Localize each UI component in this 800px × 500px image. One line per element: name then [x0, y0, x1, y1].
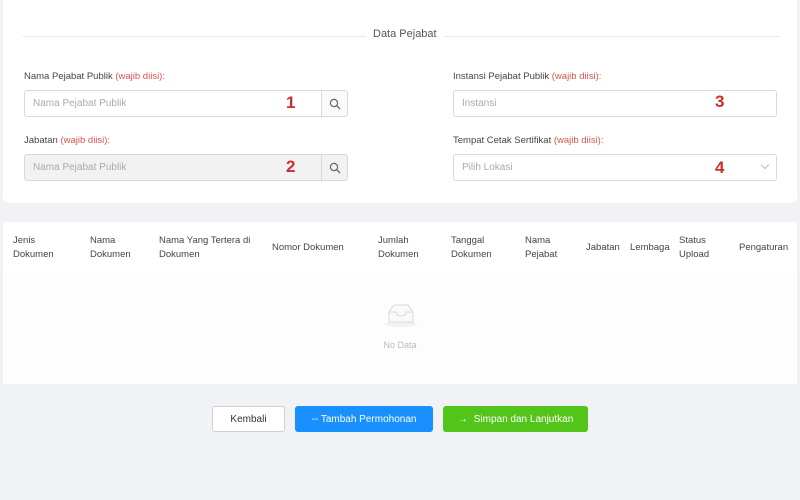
column-jenis-dokumen: Jenis Dokumen: [13, 234, 54, 262]
column-label: Dokumen: [90, 249, 131, 260]
column-label: Dokumen: [159, 249, 200, 260]
search-icon: [329, 98, 340, 109]
column-jabatan: Jabatan: [586, 241, 620, 255]
nama-pejabat-input[interactable]: Nama Pejabat Publik: [24, 90, 322, 117]
annotation-marker-3: 3: [715, 92, 725, 111]
section-title: Data Pejabat: [366, 28, 444, 40]
column-nomor-dokumen: Nomor Dokumen: [272, 241, 344, 255]
nama-pejabat-label: Nama Pejabat Publik (wajib diisi):: [24, 71, 165, 82]
empty-text: No Data: [383, 340, 417, 350]
instansi-label: Instansi Pejabat Publik (wajib diisi):: [453, 71, 601, 82]
annotation-marker-1: 1: [286, 93, 296, 112]
arrow-right-icon: →: [457, 413, 468, 425]
required-note: (wajib diisi):: [551, 71, 602, 82]
add-request-button[interactable]: -- Tambah Permohonan: [295, 406, 433, 432]
column-label: Status: [679, 235, 706, 246]
column-label: Nama Yang Tertera di: [159, 235, 251, 246]
instansi-input[interactable]: Instansi: [453, 90, 777, 117]
nama-pejabat-search-button[interactable]: [321, 90, 348, 117]
tempat-placeholder: Pilih Lokasi: [462, 162, 513, 173]
nama-pejabat-label-text: Nama Pejabat Publik: [24, 71, 113, 82]
column-label: Lembaga: [630, 242, 670, 253]
column-label: Pengaturan: [739, 242, 789, 253]
instansi-label-text: Instansi Pejabat Publik: [453, 71, 550, 82]
column-label: Jumlah: [378, 235, 409, 246]
column-tanggal-dokumen: Tanggal Dokumen: [451, 234, 492, 262]
jabatan-input[interactable]: Nama Pejabat Publik: [24, 154, 322, 181]
column-label: Upload: [679, 249, 710, 260]
annotation-marker-4: 4: [715, 158, 725, 177]
documents-table: Jenis Dokumen Nama Dokumen Nama Yang Ter…: [3, 222, 797, 384]
annotation-marker-2: 2: [286, 157, 296, 176]
column-label: Dokumen: [13, 249, 54, 260]
jabatan-label-text: Jabatan: [24, 135, 58, 146]
nama-pejabat-placeholder: Nama Pejabat Publik: [33, 98, 127, 109]
column-nama-tertera: Nama Yang Tertera di Dokumen: [159, 234, 250, 262]
column-nama-dokumen: Nama Dokumen: [90, 234, 131, 262]
column-label: Tanggal: [451, 235, 485, 246]
column-pengaturan: Pengaturan: [739, 241, 788, 255]
required-note: (wajib diisi):: [115, 71, 165, 82]
column-label: Dokumen: [378, 249, 419, 260]
column-label: Nama: [90, 235, 116, 246]
column-label: Jenis: [13, 235, 36, 246]
empty-inbox-icon: [385, 304, 417, 327]
column-label: Dokumen: [451, 249, 492, 260]
instansi-placeholder: Instansi: [462, 98, 497, 109]
table-header: Jenis Dokumen Nama Dokumen Nama Yang Ter…: [3, 222, 797, 274]
column-lembaga: Lembaga: [630, 241, 670, 255]
table-body: No Data: [3, 274, 797, 384]
required-note: (wajib diisi):: [553, 135, 604, 146]
jabatan-label: Jabatan (wajib diisi):: [24, 135, 110, 146]
column-label: Nomor Dokumen: [272, 242, 344, 253]
column-jumlah-dokumen: Jumlah Dokumen: [378, 234, 419, 262]
column-label: Nama: [525, 235, 551, 246]
required-note: (wajib diisi):: [60, 135, 111, 146]
column-nama-pejabat: Nama Pejabat: [525, 234, 557, 262]
jabatan-search-button[interactable]: [321, 154, 348, 181]
form-card: Data Pejabat Nama Pejabat Publik (wajib …: [3, 0, 797, 203]
tempat-label-text: Tempat Cetak Sertifikat: [453, 135, 552, 146]
tempat-label: Tempat Cetak Sertifikat (wajib diisi):: [453, 135, 603, 146]
jabatan-placeholder: Nama Pejabat Publik: [33, 162, 127, 173]
tempat-select[interactable]: Pilih Lokasi: [453, 154, 777, 181]
save-continue-button[interactable]: → Simpan dan Lanjutkan: [443, 406, 588, 432]
back-button[interactable]: Kembali: [212, 406, 285, 432]
search-icon: [329, 162, 340, 173]
column-label: Jabatan: [586, 242, 620, 253]
save-continue-label: Simpan dan Lanjutkan: [473, 413, 574, 425]
column-status-upload: Status Upload: [679, 234, 709, 262]
column-label: Pejabat: [525, 249, 558, 260]
